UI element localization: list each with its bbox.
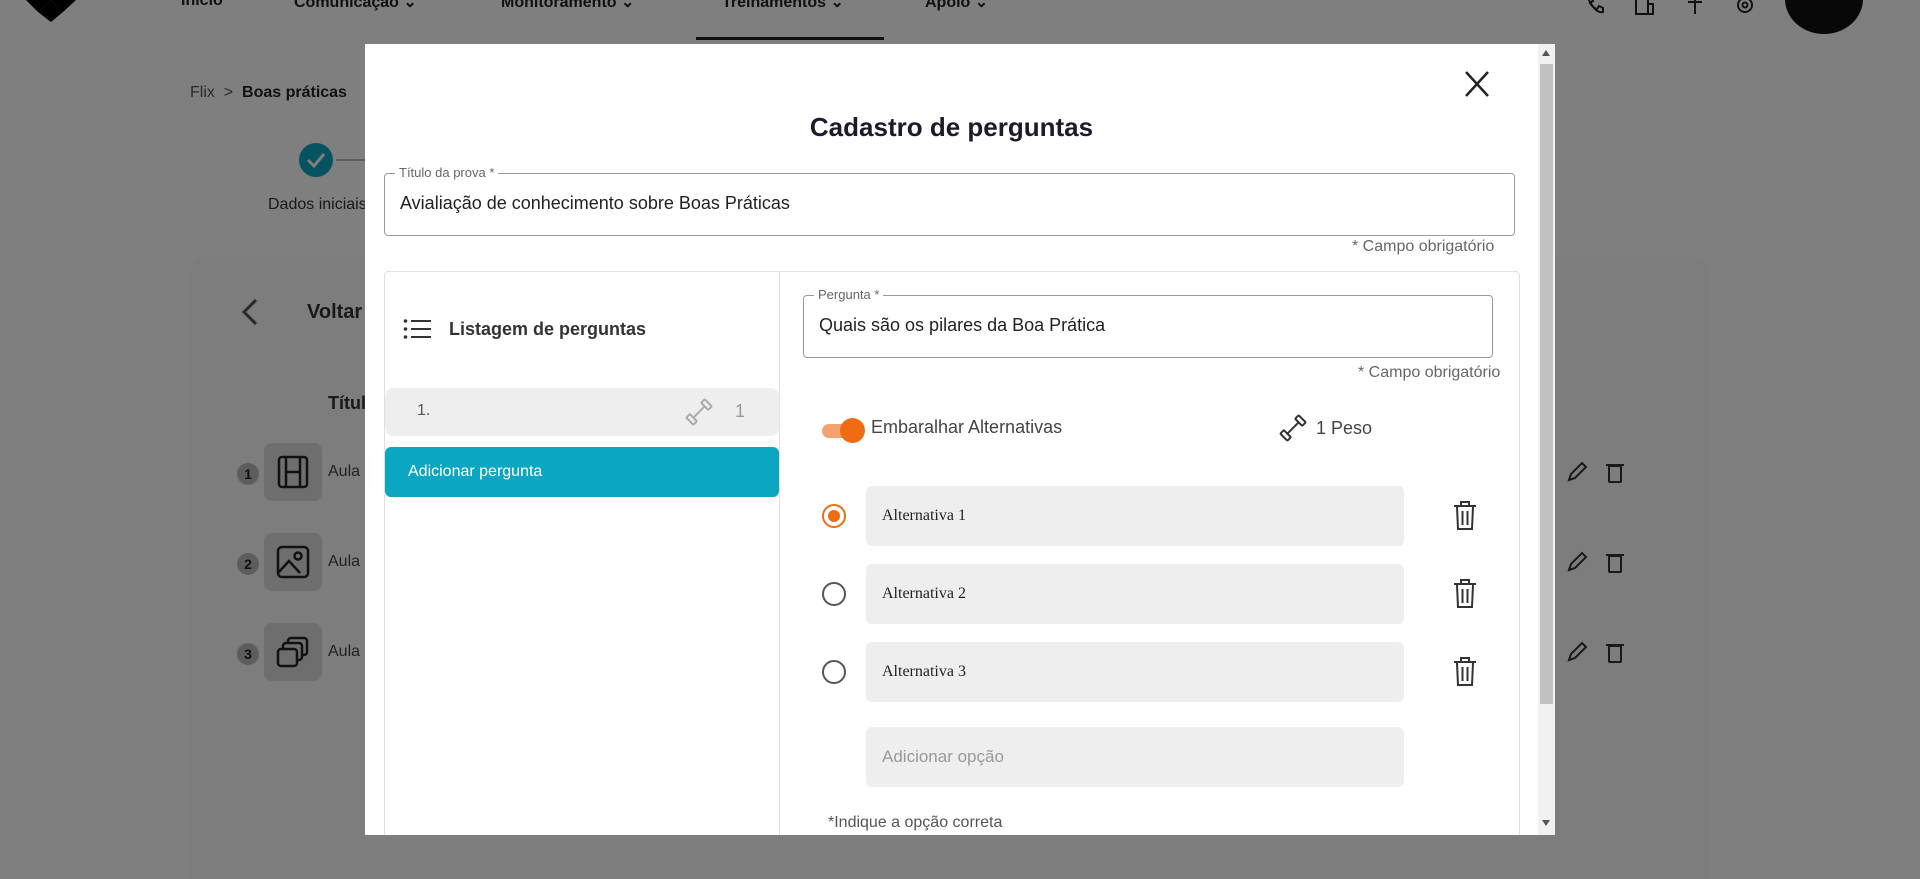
alternative-1-input[interactable] bbox=[866, 486, 1404, 546]
add-option-input[interactable] bbox=[866, 727, 1404, 787]
alternative-1-radio[interactable] bbox=[822, 504, 846, 528]
exam-title-field[interactable]: Título da prova * bbox=[384, 165, 1515, 236]
question-number: 1. bbox=[417, 402, 431, 419]
modal-scrollbar[interactable] bbox=[1538, 44, 1555, 835]
scroll-up-arrow[interactable] bbox=[1542, 50, 1550, 56]
question-field[interactable]: Pergunta * bbox=[803, 287, 1493, 358]
scroll-down-arrow[interactable] bbox=[1542, 820, 1550, 826]
exam-title-input[interactable] bbox=[400, 193, 1473, 214]
question-input[interactable] bbox=[819, 315, 1473, 336]
alternative-2-input[interactable] bbox=[866, 564, 1404, 624]
question-label: Pergunta * bbox=[814, 287, 884, 302]
weight-label: 1 Peso bbox=[1316, 418, 1373, 438]
add-question-button[interactable]: Adicionar pergunta bbox=[385, 447, 779, 497]
trash-icon[interactable] bbox=[1453, 501, 1477, 531]
toggle-knob bbox=[840, 418, 865, 443]
required-note: * Campo obrigatório bbox=[1358, 364, 1501, 381]
shuffle-label: Embaralhar Alternativas bbox=[871, 417, 1063, 437]
scroll-thumb[interactable] bbox=[1540, 64, 1553, 704]
questions-list-title: Listagem de perguntas bbox=[449, 319, 647, 339]
modal-title: Cadastro de perguntas bbox=[809, 112, 1094, 142]
dumbbell-icon bbox=[685, 398, 713, 426]
dumbbell-icon bbox=[1279, 414, 1307, 442]
question-weight: 1 bbox=[735, 401, 746, 421]
exam-title-label: Título da prova * bbox=[395, 165, 499, 180]
alternative-3-input[interactable] bbox=[866, 642, 1404, 702]
required-note: * Campo obrigatório bbox=[1352, 238, 1495, 255]
question-list-item[interactable]: 1. 1 bbox=[385, 388, 779, 436]
question-registration-modal: Cadastro de perguntas Título da prova * … bbox=[365, 44, 1555, 835]
correct-option-hint: *Indique a opção correta bbox=[828, 814, 1003, 831]
trash-icon[interactable] bbox=[1453, 579, 1477, 609]
close-icon[interactable] bbox=[1463, 68, 1491, 100]
alternative-3-radio[interactable] bbox=[822, 660, 846, 684]
questions-list-panel: Listagem de perguntas 1. 1 Adicionar per… bbox=[385, 272, 780, 835]
trash-icon[interactable] bbox=[1453, 657, 1477, 687]
questions-editor: Listagem de perguntas 1. 1 Adicionar per… bbox=[384, 271, 1520, 835]
alternative-2-radio[interactable] bbox=[822, 582, 846, 606]
list-icon bbox=[403, 319, 431, 339]
shuffle-toggle[interactable] bbox=[822, 418, 865, 443]
